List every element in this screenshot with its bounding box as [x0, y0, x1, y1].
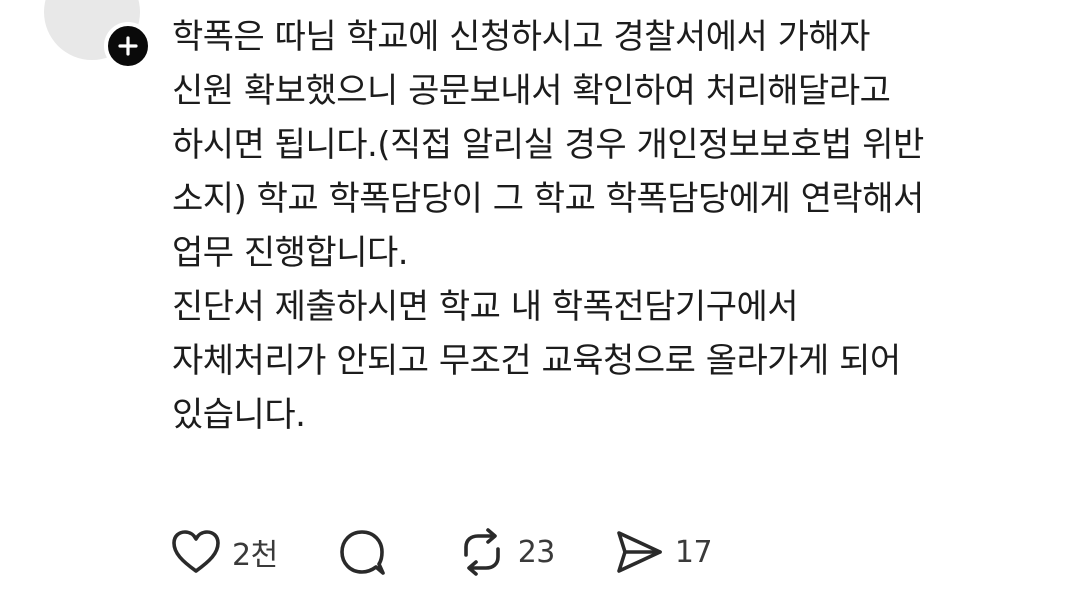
repost-button[interactable]: 23	[456, 527, 555, 577]
heart-icon	[172, 530, 220, 573]
post-text-line: 소지) 학교 학폭담당이 그 학교 학폭담당에게 연락해서	[172, 179, 924, 219]
like-button[interactable]: 2천	[170, 528, 278, 576]
send-icon	[617, 531, 662, 573]
speech-bubble-icon	[339, 530, 385, 575]
like-count: 2천	[232, 538, 278, 573]
share-count: 17	[674, 534, 713, 570]
post-text: 학폭은 따님 학교에 신청하시고 경찰서에서 가해자 신원 확보했으니 공문보내…	[172, 10, 1052, 442]
plus-icon	[118, 36, 138, 56]
post-text-line: 학폭은 따님 학교에 신청하시고 경찰서에서 가해자	[172, 17, 870, 57]
post-text-line: 하시면 됩니다.(직접 알리실 경우 개인정보보호법 위반	[172, 125, 924, 165]
share-button[interactable]: 17	[613, 528, 713, 576]
post-text-line: 있습니다.	[172, 395, 306, 435]
repost-icon	[463, 528, 500, 576]
repost-count: 23	[517, 534, 556, 570]
post-text-line: 신원 확보했으니 공문보내서 확인하여 처리해달라고	[172, 71, 891, 111]
follow-button[interactable]	[104, 22, 152, 70]
post-text-line: 진단서 제출하시면 학교 내 학폭전담기구에서	[172, 287, 799, 327]
action-bar: 2천 23 17	[170, 524, 770, 580]
reply-button[interactable]	[336, 527, 398, 577]
post-text-line: 자체처리가 안되고 무조건 교육청으로 올라가게 되어	[172, 341, 901, 381]
post-text-line: 업무 진행합니다.	[172, 233, 409, 273]
